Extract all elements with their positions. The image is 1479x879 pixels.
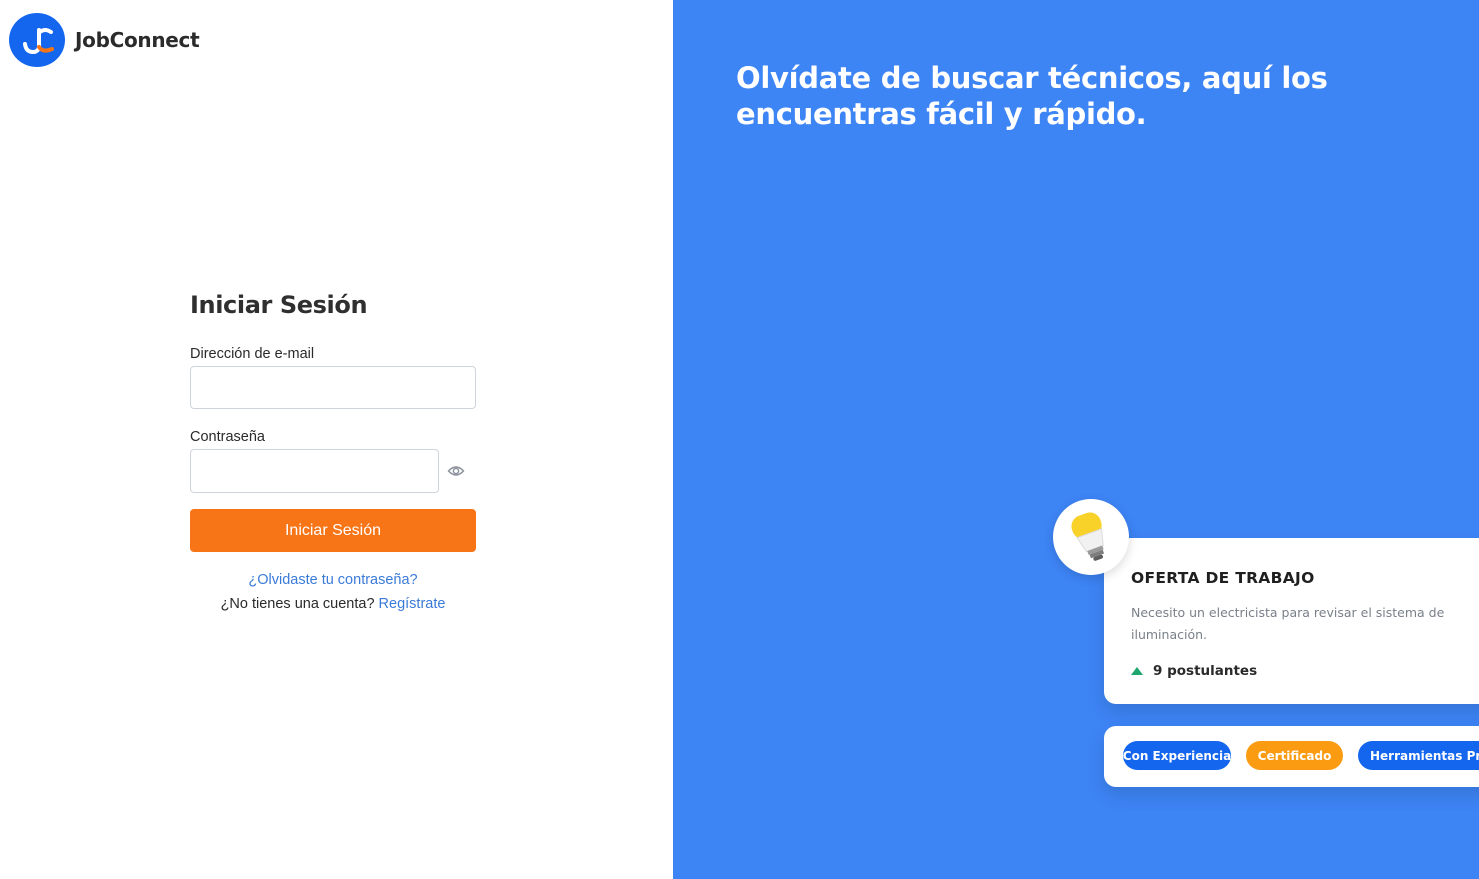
email-label: Dirección de e-mail [190, 346, 315, 362]
login-title: Iniciar Sesión [190, 291, 368, 319]
brand[interactable]: JobConnect [9, 13, 200, 67]
applicants-count: 9 postulantes [1153, 663, 1258, 679]
register-link[interactable]: Regístrate [379, 596, 446, 612]
login-panel: JobConnect Iniciar Sesión Dirección de e… [0, 0, 673, 879]
tags-card: Con Experiencia Certificado Herramientas… [1104, 726, 1479, 787]
password-label: Contraseña [190, 429, 265, 445]
tag-experience: Con Experiencia [1123, 741, 1231, 770]
eye-icon[interactable] [447, 463, 465, 479]
login-button[interactable]: Iniciar Sesión [190, 509, 476, 552]
login-form: Iniciar Sesión Dirección de e-mail Contr… [190, 291, 476, 612]
email-field[interactable] [190, 366, 476, 409]
job-card-title: OFERTA DE TRABAJO [1131, 569, 1315, 587]
applicants-stat: 9 postulantes [1131, 663, 1257, 679]
tag-certified: Certificado [1246, 741, 1343, 770]
job-card-description: Necesito un electricista para revisar el… [1131, 605, 1445, 642]
triangle-up-icon [1131, 667, 1143, 675]
signup-row: ¿No tienes una cuenta? Regístrate [190, 596, 476, 612]
hero-headline: Olvídate de buscar técnicos, aquí los en… [736, 61, 1328, 131]
tag-own-tools: Herramientas Propias [1358, 741, 1479, 770]
forgot-password-link[interactable]: ¿Olvidaste tu contraseña? [190, 572, 476, 588]
job-offer-card: OFERTA DE TRABAJO Necesito un electricis… [1104, 538, 1479, 704]
hero-panel: Olvídate de buscar técnicos, aquí los en… [673, 0, 1479, 879]
lightbulb-badge [1053, 499, 1129, 575]
jc-logo-icon [9, 13, 65, 67]
no-account-text: ¿No tienes una cuenta? [220, 596, 375, 612]
password-field[interactable] [190, 449, 439, 493]
brand-name: JobConnect [75, 28, 200, 52]
lightbulb-icon [1071, 512, 1105, 561]
